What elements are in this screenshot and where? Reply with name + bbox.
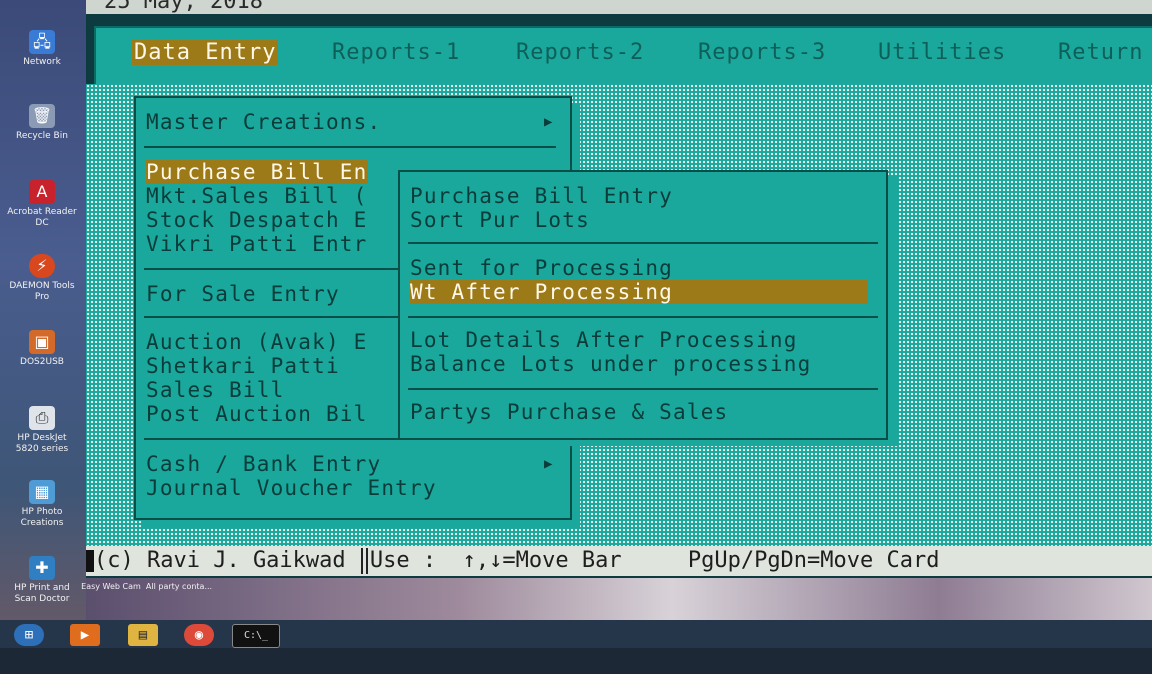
menu-reports-1[interactable]: Reports-1 (332, 40, 460, 65)
menu-option-shetkari-patti[interactable]: Shetkari Patti (146, 354, 340, 378)
status-bar: (c) Ravi J. Gaikwad Use : ↑,↓=Move Bar P… (86, 546, 1152, 576)
start-button-icon[interactable]: ⊞ (14, 624, 44, 646)
text-cursor (86, 550, 94, 572)
printer-icon: ⎙ (29, 406, 55, 430)
menu-separator (408, 316, 878, 318)
desktop-wallpaper (86, 578, 1152, 620)
daemon-tools-icon: ⚡ (29, 254, 55, 278)
desktop-shortcut-recycle-bin[interactable]: 🗑 Recycle Bin (6, 104, 78, 142)
command-prompt-icon[interactable]: C:\_ (232, 624, 280, 648)
photo-icon: ▦ (29, 480, 55, 504)
desktop-shortcut-label: Recycle Bin (16, 131, 68, 141)
desktop-shortcut-dos2usb[interactable]: ▣ DOS2USB (6, 330, 78, 368)
submenu-arrow-icon: ▶ (544, 114, 553, 130)
top-menu-bar: Data Entry Reports-1 Reports-2 Reports-3… (94, 26, 1152, 84)
menu-reports-3[interactable]: Reports-3 (698, 40, 826, 65)
menu-separator (408, 242, 878, 244)
copyright-text: (c) Ravi J. Gaikwad (94, 548, 346, 573)
menu-option-for-sale-entry[interactable]: For Sale Entry (146, 282, 340, 306)
windows-taskbar: ⊞ ▶ ▤ ◉ C:\_ (0, 620, 1152, 648)
menu-separator (144, 146, 556, 148)
menu-separator (144, 316, 404, 318)
move-bar-hint: ↑,↓=Move Bar (462, 548, 622, 573)
menu-separator (144, 268, 404, 270)
menu-utilities[interactable]: Utilities (878, 40, 1006, 65)
submenu-arrow-icon: ▶ (544, 456, 553, 472)
menu-option-cash-bank-entry[interactable]: Cash / Bank Entry (146, 452, 381, 476)
menu-option-master-creations[interactable]: Master Creations. (146, 110, 381, 134)
desktop-shortcut-label: Acrobat Reader DC (7, 207, 77, 228)
submenu-option-balance-lots[interactable]: Balance Lots under processing (410, 352, 811, 376)
use-label: Use : (369, 548, 437, 573)
menu-option-auction-avak[interactable]: Auction (Avak) E (146, 330, 368, 354)
desktop-shortcut-label: HP Print and Scan Doctor (14, 583, 70, 604)
menu-data-entry[interactable]: Data Entry (132, 40, 279, 65)
menu-option-vikri-patti[interactable]: Vikri Patti Entr (146, 232, 368, 256)
desktop-shortcut-hp-deskjet[interactable]: ⎙ HP DeskJet 5820 series (6, 406, 78, 455)
status-divider (360, 548, 368, 574)
desktop-shortcut-daemon-tools[interactable]: ⚡ DAEMON Tools Pro (6, 254, 78, 303)
desktop-shortcut-acrobat[interactable]: A Acrobat Reader DC (6, 180, 78, 229)
submenu-option-sent-for-processing[interactable]: Sent for Processing (410, 256, 673, 280)
submenu-option-sort-pur-lots[interactable]: Sort Pur Lots (410, 208, 590, 232)
desktop-shortcut-label: Network (23, 57, 61, 67)
menu-option-purchase-bill[interactable]: Purchase Bill En (146, 160, 368, 184)
acrobat-icon: A (29, 180, 55, 204)
date-display: 25 May, 2018 (86, 0, 1152, 14)
menu-option-mkt-sales-bill[interactable]: Mkt.Sales Bill ( (146, 184, 368, 208)
submenu-option-purchase-bill-entry[interactable]: Purchase Bill Entry (410, 184, 673, 208)
windows-desktop: 🖧 Network 🗑 Recycle Bin A Acrobat Reader… (0, 0, 86, 648)
dos-console-window: 25 May, 2018 Data Entry Reports-1 Report… (86, 0, 1152, 578)
media-player-icon[interactable]: ▶ (70, 624, 100, 646)
purchase-bill-submenu: Purchase Bill Entry Sort Pur Lots Sent f… (398, 170, 888, 440)
desktop-shortcut-network[interactable]: 🖧 Network (6, 30, 78, 68)
menu-return[interactable]: Return (1058, 40, 1143, 65)
desktop-shortcut-label: DOS2USB (20, 357, 64, 367)
menu-option-post-auction-bill[interactable]: Post Auction Bil (146, 402, 368, 426)
submenu-option-partys-purchase-sales[interactable]: Partys Purchase & Sales (410, 400, 728, 424)
network-icon: 🖧 (29, 30, 55, 54)
scan-icon: ✚ (29, 556, 55, 580)
desktop-shortcut-label: HP DeskJet 5820 series (15, 433, 69, 454)
submenu-option-lot-details[interactable]: Lot Details After Processing (410, 328, 798, 352)
desktop-shortcut-label: DAEMON Tools Pro (9, 281, 75, 302)
recycle-bin-icon: 🗑 (29, 104, 55, 128)
move-card-hint: PgUp/PgDn=Move Card (687, 548, 940, 573)
desktop-shortcut-hp-scan-doctor[interactable]: ✚ HP Print and Scan Doctor (6, 556, 78, 605)
desktop-shortcut-label: HP Photo Creations (20, 507, 64, 528)
menu-separator (408, 388, 878, 390)
desktop-shortcut-hp-photo[interactable]: ▦ HP Photo Creations (6, 480, 78, 529)
submenu-option-wt-after-processing[interactable]: Wt After Processing (410, 280, 868, 304)
file-explorer-icon[interactable]: ▤ (128, 624, 158, 646)
menu-option-journal-voucher[interactable]: Journal Voucher Entry (146, 476, 437, 500)
chrome-icon[interactable]: ◉ (184, 624, 214, 646)
dos2usb-icon: ▣ (29, 330, 55, 354)
menu-option-stock-despatch[interactable]: Stock Despatch E (146, 208, 368, 232)
menu-option-sales-bill[interactable]: Sales Bill (146, 378, 284, 402)
webcam-icon: Easy Web Cam (81, 582, 141, 591)
menu-reports-2[interactable]: Reports-2 (516, 40, 644, 65)
